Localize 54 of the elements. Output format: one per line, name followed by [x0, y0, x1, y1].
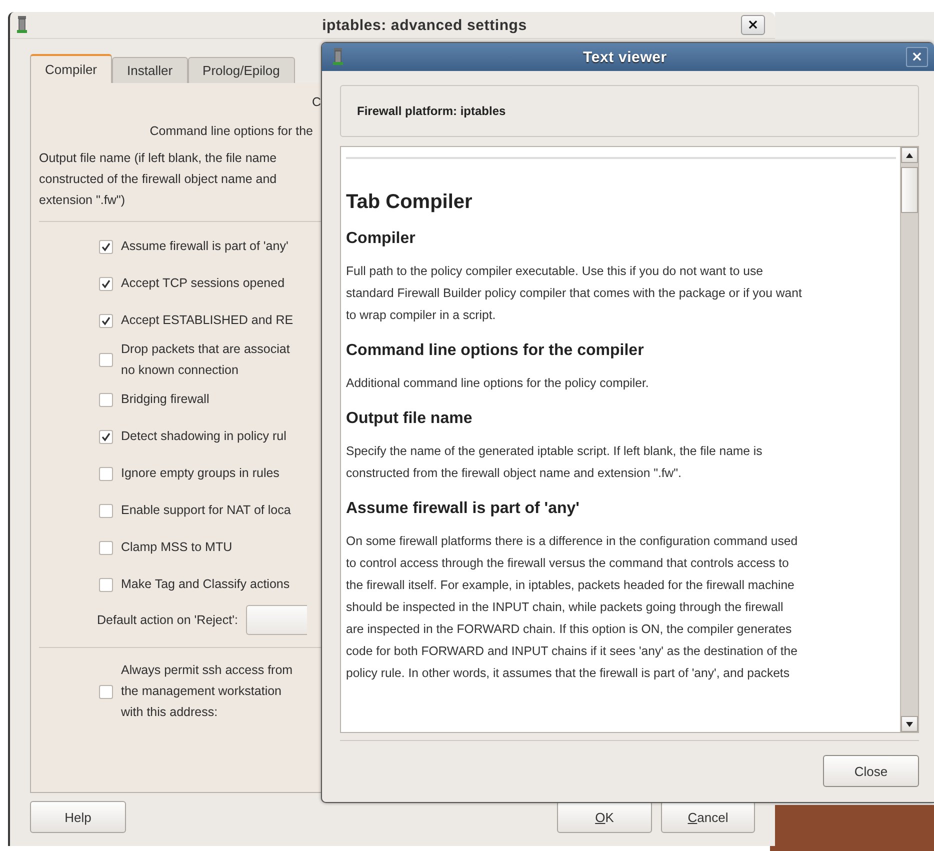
scrollbar[interactable]	[900, 147, 918, 732]
checkbox[interactable]	[99, 430, 113, 444]
tab[interactable]: Installer	[112, 57, 188, 83]
help-button[interactable]: Help	[30, 801, 126, 833]
subheading: Assume firewall is part of 'any'	[346, 500, 580, 518]
checkbox[interactable]	[99, 276, 113, 290]
checkbox-label: Accept ESTABLISHED and RE	[121, 312, 294, 329]
paragraph: Full path to the policy compiler executable. Use this if you do not want to use standard Firewall Builder policy compiler that comes with the package or if you want to wrap compiler in a script.	[346, 263, 803, 324]
checkbox-label: Clamp MSS to MTU	[121, 539, 232, 556]
subheading: Compiler	[346, 230, 416, 248]
paragraph: On some firewall platforms there is a difference in the configuration command used to control access through the firewall versus the command that controls access to the firewall itself. For example, in iptables, packets headed for the firewall machine should be inspected in the INPUT chain, while packets going through the firewall are inspected in the FORWARD chain. If this option is ON, the compiler generates code for both FORWARD and INPUT chains if it sees 'any' as the destination of the policy rule. In other words, it assumes that the firewall is part of 'any', and packets	[346, 533, 799, 682]
checkbox[interactable]	[99, 392, 113, 406]
field-label: C	[312, 95, 321, 109]
checkbox-label: Drop packets that are associat no known connection	[121, 341, 290, 379]
close-button[interactable]: Close	[823, 755, 919, 787]
tower-icon	[332, 47, 344, 67]
checkbox[interactable]	[99, 578, 113, 592]
tab[interactable]: Prolog/Epilog	[188, 57, 295, 83]
platform-label: Firewall platform: iptables	[357, 104, 506, 118]
checkbox-label: Enable support for NAT of loca	[121, 502, 291, 519]
checkbox[interactable]	[99, 504, 113, 518]
close-button[interactable]: ×	[906, 47, 928, 67]
subheading: Command line options for the compiler	[346, 342, 645, 360]
cancel-button[interactable]: Cancel	[661, 801, 755, 833]
scroll-down-icon[interactable]	[901, 716, 918, 732]
field-label: Output file name (if left blank, the file name constructed of the firewall object name and extension ".fw")	[39, 150, 278, 209]
ok-button[interactable]: OK	[557, 801, 652, 833]
checkbox-label: Bridging firewall	[121, 391, 210, 408]
scroll-up-icon[interactable]	[901, 147, 918, 163]
checkbox[interactable]	[99, 684, 113, 698]
window-title: iptables: advanced settings	[321, 16, 528, 34]
checkbox-label: Make Tag and Classify actions	[121, 576, 290, 593]
checkbox-label: Detect shadowing in policy rul	[121, 428, 286, 445]
checkbox-label: Accept TCP sessions opened	[121, 275, 285, 292]
field-label: Default action on 'Reject':	[97, 613, 238, 627]
heading: Tab Compiler	[346, 191, 474, 214]
checkbox[interactable]	[99, 466, 113, 480]
subheading: Output file name	[346, 410, 474, 428]
dropdown[interactable]	[246, 605, 307, 635]
checkbox-label: Assume firewall is part of 'any'	[121, 238, 288, 255]
checkbox[interactable]	[99, 540, 113, 554]
scroll-thumb[interactable]	[901, 167, 918, 213]
tab[interactable]: Compiler	[30, 54, 112, 83]
paragraph: Specify the name of the generated iptable script. If left blank, the file name is constructed from the firewall object name and extension ".fw".	[346, 443, 764, 482]
field-label: Command line options for the	[150, 124, 313, 138]
close-button[interactable]: ×	[741, 15, 765, 35]
checkbox[interactable]	[99, 240, 113, 254]
paragraph: Additional command line options for the policy compiler.	[346, 375, 650, 392]
checkbox[interactable]	[99, 314, 113, 328]
checkbox[interactable]	[99, 353, 113, 367]
checkbox-label: Always permit ssh access from the management workstation with this address:	[121, 662, 293, 721]
checkbox-label: Ignore empty groups in rules	[121, 465, 280, 482]
tower-icon	[16, 15, 28, 35]
window-title: Text viewer	[582, 48, 668, 66]
